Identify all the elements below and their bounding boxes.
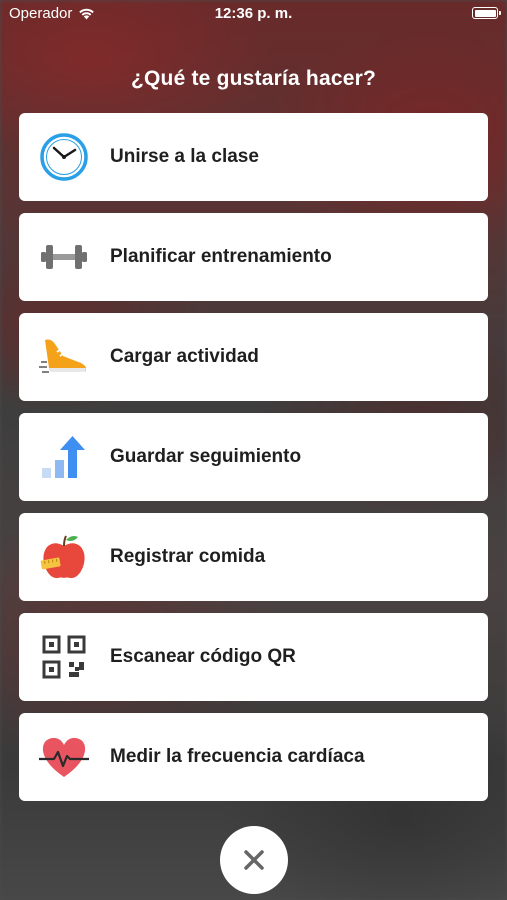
status-bar: Operador 12:36 p. m. bbox=[0, 0, 507, 28]
battery-icon bbox=[472, 7, 501, 19]
status-time: 12:36 p. m. bbox=[214, 5, 293, 22]
join-class-button[interactable]: Unirse a la clase bbox=[19, 113, 488, 201]
upload-activity-button[interactable]: Cargar actividad bbox=[19, 313, 488, 401]
save-tracking-label: Guardar seguimiento bbox=[110, 446, 302, 467]
running-shoe-icon bbox=[39, 332, 89, 382]
apple-icon bbox=[39, 532, 89, 582]
dumbbell-icon bbox=[39, 232, 89, 282]
close-button[interactable] bbox=[220, 826, 288, 894]
scan-qr-button[interactable]: Escanear código QR bbox=[19, 613, 488, 701]
plan-workout-label: Planificar entrenamiento bbox=[110, 246, 332, 267]
page-title: ¿Qué te gustaría hacer? bbox=[130, 67, 376, 90]
heart-rate-icon bbox=[39, 732, 89, 782]
clock-icon bbox=[39, 132, 89, 182]
plan-workout-button[interactable]: Planificar entrenamiento bbox=[19, 213, 488, 301]
upload-activity-label: Cargar actividad bbox=[110, 346, 259, 367]
measure-heart-rate-label: Medir la frecuencia cardíaca bbox=[110, 746, 365, 767]
scan-qr-label: Escanear código QR bbox=[110, 646, 296, 667]
close-icon bbox=[244, 850, 264, 870]
log-food-button[interactable]: Registrar comida bbox=[19, 513, 488, 601]
save-tracking-button[interactable]: Guardar seguimiento bbox=[19, 413, 488, 501]
action-menu: Unirse a la clase Planificar entrenamien… bbox=[19, 113, 488, 813]
measure-heart-rate-button[interactable]: Medir la frecuencia cardíaca bbox=[19, 713, 488, 801]
progress-bars-icon bbox=[39, 432, 89, 482]
join-class-label: Unirse a la clase bbox=[110, 146, 259, 167]
qr-code-icon bbox=[39, 632, 89, 682]
log-food-label: Registrar comida bbox=[110, 546, 266, 567]
